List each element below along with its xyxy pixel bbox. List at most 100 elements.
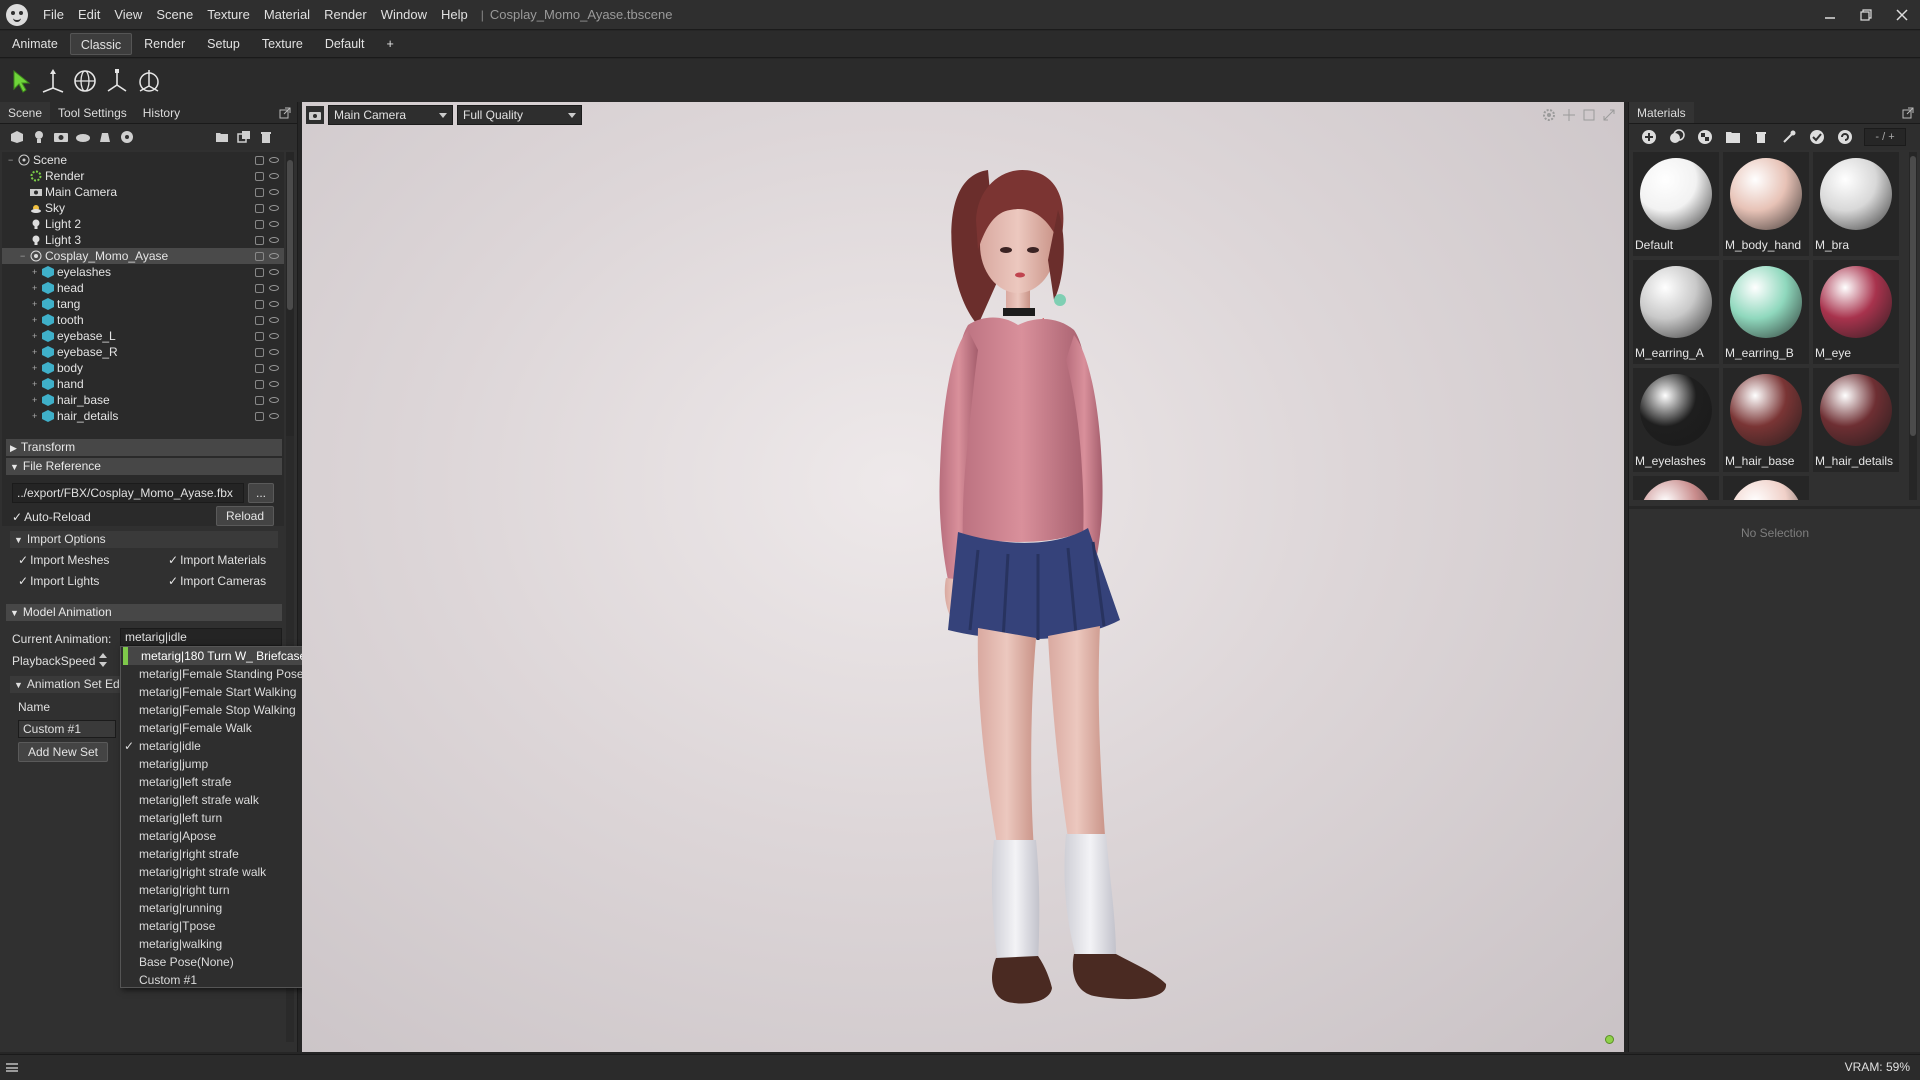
lock-icon[interactable] [255, 379, 264, 389]
tab-classic[interactable]: Classic [69, 33, 133, 55]
refresh-icon[interactable] [1831, 127, 1859, 147]
lock-icon[interactable] [255, 411, 264, 421]
expand-icon[interactable]: + [32, 395, 40, 405]
eye-icon[interactable] [269, 157, 279, 163]
tree-item-eyebase-r[interactable]: + eyebase_R [2, 344, 284, 360]
material-cell-m-body-hand[interactable]: M_body_hand [1723, 152, 1809, 256]
lock-icon[interactable] [255, 203, 264, 213]
tree-item-tang[interactable]: + tang [2, 296, 284, 312]
delete-icon[interactable] [255, 127, 277, 147]
eye-icon[interactable] [269, 285, 279, 291]
menu-material[interactable]: Material [257, 0, 317, 30]
tab-setup[interactable]: Setup [197, 33, 250, 55]
material-cell-partial[interactable] [1633, 476, 1719, 500]
lock-icon[interactable] [255, 363, 264, 373]
lock-icon[interactable] [255, 299, 264, 309]
tree-item-light-2[interactable]: Light 2 [2, 216, 284, 232]
close-icon[interactable] [1884, 0, 1920, 30]
material-cell-m-eye[interactable]: M_eye [1813, 260, 1899, 364]
lock-icon[interactable] [255, 395, 264, 405]
material-cell-m-hair-details[interactable]: M_hair_details [1813, 368, 1899, 472]
expand-icon[interactable]: + [32, 379, 40, 389]
menu-render[interactable]: Render [317, 0, 374, 30]
tree-item-hair-details[interactable]: + hair_details [2, 408, 284, 424]
import-cameras-checkbox[interactable]: ✓ Import Cameras [168, 574, 266, 588]
auto-reload-checkbox[interactable]: ✓ Auto-Reload [12, 510, 91, 524]
popout-icon[interactable] [279, 102, 291, 123]
menu-help[interactable]: Help [434, 0, 475, 30]
menu-edit[interactable]: Edit [71, 0, 107, 30]
add-camera-icon[interactable] [50, 127, 72, 147]
duplicate-material-icon[interactable] [1663, 127, 1691, 147]
folder-icon[interactable] [1719, 127, 1747, 147]
tree-item-tooth[interactable]: + tooth [2, 312, 284, 328]
animation-option[interactable]: metarig|right turn [121, 881, 309, 899]
lock-icon[interactable] [255, 219, 264, 229]
tab-history[interactable]: History [135, 102, 188, 123]
lock-icon[interactable] [255, 347, 264, 357]
scale-icon[interactable] [102, 66, 132, 96]
animation-option[interactable]: metarig|left turn [121, 809, 309, 827]
animation-option[interactable]: metarig|jump [121, 755, 309, 773]
add-material-icon[interactable] [1635, 127, 1663, 147]
animation-option[interactable]: Custom #1 [121, 971, 309, 989]
add-group-icon[interactable] [116, 127, 138, 147]
menu-icon[interactable] [6, 1063, 18, 1072]
expand-icon[interactable]: + [32, 363, 40, 373]
eye-icon[interactable] [269, 397, 279, 403]
import-options-header[interactable]: ▼ Import Options [10, 531, 278, 548]
lock-icon[interactable] [255, 187, 264, 197]
restore-icon[interactable] [1848, 0, 1884, 30]
import-materials-checkbox[interactable]: ✓ Import Materials [168, 553, 266, 567]
eye-icon[interactable] [269, 221, 279, 227]
animation-option[interactable]: metarig|running [121, 899, 309, 917]
tree-item-eyelashes[interactable]: + eyelashes [2, 264, 284, 280]
eye-icon[interactable] [269, 349, 279, 355]
animation-option[interactable]: metarig|right strafe [121, 845, 309, 863]
expand-icon[interactable]: − [8, 155, 16, 165]
menu-texture[interactable]: Texture [200, 0, 257, 30]
tree-scrollbar-thumb[interactable] [287, 160, 293, 310]
eye-icon[interactable] [269, 205, 279, 211]
playback-speed-spinner-icon[interactable] [98, 652, 108, 671]
pan-icon[interactable] [1560, 106, 1578, 124]
materials-scrollbar[interactable] [1909, 152, 1917, 500]
eye-icon[interactable] [269, 301, 279, 307]
add-light-icon[interactable] [28, 127, 50, 147]
menu-scene[interactable]: Scene [149, 0, 200, 30]
material-cell-default[interactable]: Default [1633, 152, 1719, 256]
gear-icon[interactable] [1540, 106, 1558, 124]
transform-all-icon[interactable] [134, 66, 164, 96]
eye-icon[interactable] [269, 237, 279, 243]
delete-icon[interactable] [1747, 127, 1775, 147]
lock-icon[interactable] [255, 331, 264, 341]
lock-icon[interactable] [255, 283, 264, 293]
tree-item-light-3[interactable]: Light 3 [2, 232, 284, 248]
file-path-field[interactable]: ../export/FBX/Cosplay_Momo_Ayase.fbx [12, 483, 244, 503]
animation-option[interactable]: metarig|Female Start Walking [121, 683, 309, 701]
tree-item-render[interactable]: Render [2, 168, 284, 184]
animation-option[interactable]: metarig|walking [121, 935, 309, 953]
tree-item-eyebase-l[interactable]: + eyebase_L [2, 328, 284, 344]
animation-option[interactable]: metarig|Apose [121, 827, 309, 845]
animation-option[interactable]: metarig|Tpose [121, 917, 309, 935]
material-cell-m-eyelashes[interactable]: M_eyelashes [1633, 368, 1719, 472]
tree-item-main-camera[interactable]: Main Camera [2, 184, 284, 200]
eye-icon[interactable] [269, 189, 279, 195]
lock-icon[interactable] [255, 315, 264, 325]
current-animation-select[interactable]: metarig|idle [120, 628, 282, 646]
file-reference-section-header[interactable]: ▼ File Reference [6, 458, 282, 475]
folder-icon[interactable] [211, 127, 233, 147]
panel-divider[interactable] [1629, 506, 1920, 509]
move-icon[interactable] [38, 66, 68, 96]
menu-view[interactable]: View [107, 0, 149, 30]
animation-option[interactable]: metarig|Female Walk [121, 719, 309, 737]
model-animation-section-header[interactable]: ▼ Model Animation [6, 604, 282, 621]
eye-icon[interactable] [269, 365, 279, 371]
import-lights-checkbox[interactable]: ✓ Import Lights [18, 574, 99, 588]
expand-icon[interactable]: + [32, 411, 40, 421]
animation-option[interactable]: metarig|180 Turn W_ Briefcase [123, 647, 309, 665]
add-new-set-button[interactable]: Add New Set [18, 742, 108, 762]
animation-option[interactable]: metarig|left strafe walk [121, 791, 309, 809]
maximize-icon[interactable] [1600, 106, 1618, 124]
